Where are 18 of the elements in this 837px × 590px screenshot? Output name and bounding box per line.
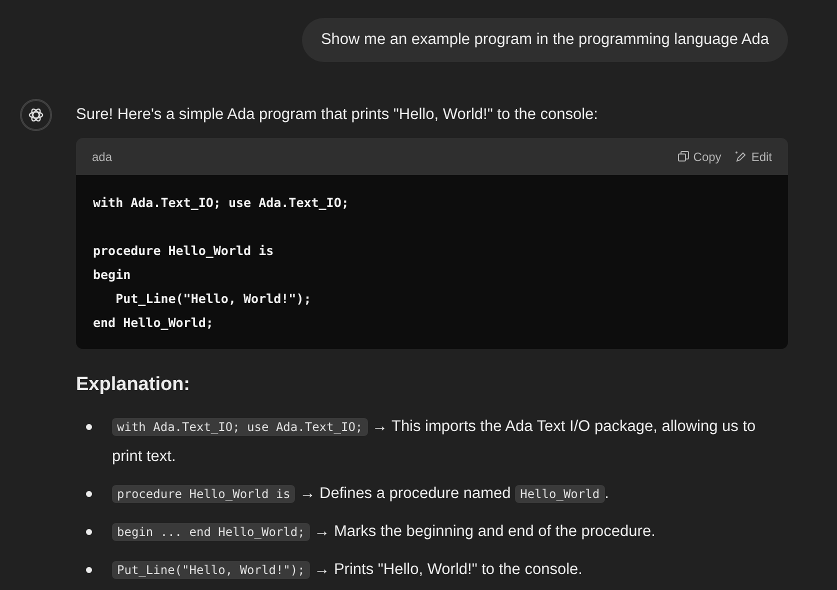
bullet-icon [86,490,92,497]
user-message-bubble: Show me an example program in the programming language Ada [302,18,788,62]
bullet-text: Put_Line("Hello, World!"); → Prints "Hello, World!" to the console. [112,554,582,585]
copy-button[interactable]: Copy [678,148,722,166]
code-language-label: ada [92,148,112,166]
edit-button[interactable]: Edit [735,148,772,166]
bullet-icon [86,566,92,573]
bullet-text: begin ... end Hello_World; → Marks the beginning and end of the procedure. [112,516,656,547]
bullet-text: with Ada.Text_IO; use Ada.Text_IO; → This imports the Ada Text I/O package, allowing us to print text. [112,416,757,467]
bullet-icon [86,424,92,430]
section-heading: Explanation: [76,373,192,398]
assistant-intro-text: Sure! Here's a simple Ada program that prints "Hello, World!" to the console: [76,105,599,125]
copy-icon [678,151,690,162]
bullet-icon [86,528,92,535]
code-text: with Ada.Text_IO; use Ada.Text_IO; procedure Hello_World is begin Put_Line("Hello, World!"); end Hello_World; [93,194,350,332]
bullet-text: procedure Hello_World is → Defines a procedure named Hello_World . [112,478,609,509]
pencil-icon [735,150,748,163]
assistant-logo-icon [20,99,52,131]
